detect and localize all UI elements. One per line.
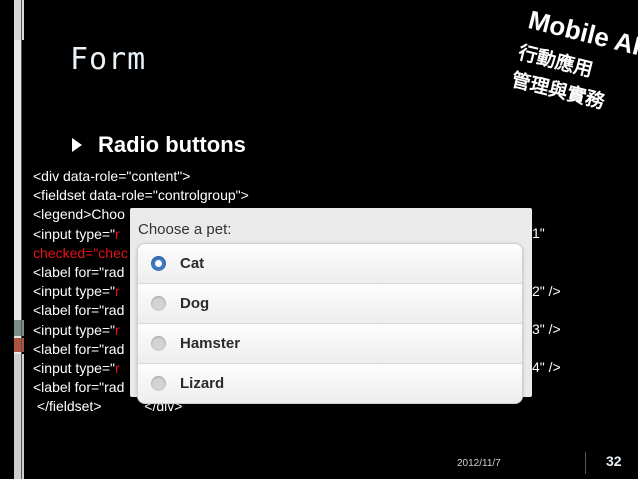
radio-circle-icon[interactable] [151, 256, 166, 271]
pet-legend: Choose a pet: [138, 221, 232, 238]
left-block-3 [14, 338, 24, 352]
left-block-2 [14, 320, 24, 336]
radio-label: Dog [180, 295, 210, 312]
radio-circle-icon[interactable] [151, 376, 166, 391]
bullet-text: Radio buttons [98, 132, 246, 157]
code-text: <input type=" [33, 225, 116, 242]
radio-group: Cat Dog Hamster Lizard [137, 243, 523, 404]
radio-label: Cat [180, 255, 205, 272]
code-highlight: r [115, 321, 120, 338]
radio-option-hamster[interactable]: Hamster [138, 323, 522, 363]
slide-title: Form [70, 42, 147, 77]
code-tail-2: 2" /> [532, 283, 561, 299]
code-text: </fieldset> [33, 398, 102, 415]
code-highlight: r [115, 283, 120, 300]
code-tail-4: 4" /> [532, 359, 561, 375]
code-highlight: checked="chec [33, 244, 128, 261]
radio-circle-icon[interactable] [151, 296, 166, 311]
bullet-arrow-icon [72, 138, 82, 152]
code-tail-1: 1" [532, 225, 545, 241]
footer-separator [585, 452, 586, 474]
radio-label: Hamster [180, 335, 241, 352]
code-text: <label for="rad [33, 379, 125, 396]
code-text: <div data-role="content"> [33, 168, 191, 184]
left-dark-line [21, 0, 22, 479]
code-text: <legend>Choo [33, 206, 125, 223]
radio-option-lizard[interactable]: Lizard [138, 363, 522, 403]
code-text: <label for="rad [33, 302, 125, 319]
slide-page-number: 32 [606, 453, 622, 469]
code-highlight: r [115, 359, 120, 376]
bullet-item: Radio buttons [72, 132, 246, 158]
code-line: <div data-role="content"> [33, 167, 249, 186]
code-highlight: r [115, 225, 120, 242]
logo-text-cn-2: 管理與實務 [509, 68, 608, 114]
radio-label: Lizard [180, 375, 225, 392]
left-block-1 [14, 0, 24, 40]
code-text: <fieldset data-role="controlgroup"> [33, 187, 249, 204]
left-block-4 [14, 354, 24, 479]
slide-date: 2012/11/7 [457, 458, 501, 469]
code-text: <label for="rad [33, 263, 125, 280]
code-tail-3: 3" /> [532, 321, 561, 337]
code-text: <input type=" [33, 321, 116, 338]
pet-form-screenshot: Choose a pet: Cat Dog Hamster Lizard [130, 208, 532, 404]
code-text: <label for="rad [33, 340, 125, 357]
code-text: <input type=" [33, 283, 116, 300]
radio-option-dog[interactable]: Dog [138, 283, 522, 323]
code-text: <input type=" [33, 359, 116, 376]
radio-circle-icon[interactable] [151, 336, 166, 351]
mobile-app-logo: Mobile APP 行動應用 管理與實務 [508, 0, 638, 145]
radio-option-cat[interactable]: Cat [138, 244, 522, 283]
code-line: <fieldset data-role="controlgroup"> [33, 186, 249, 205]
